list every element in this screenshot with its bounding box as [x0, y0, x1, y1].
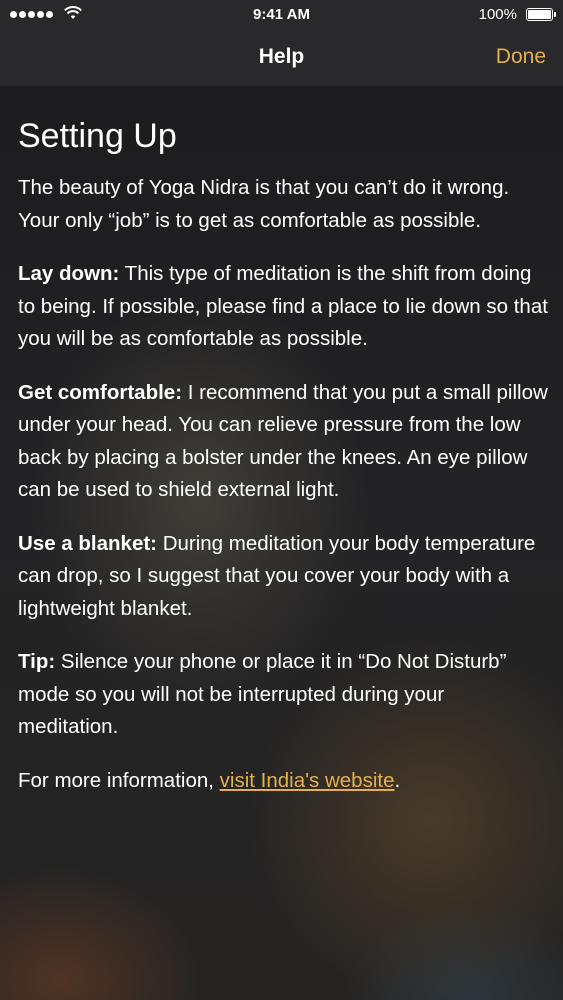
navigation-bar: Help Done	[0, 30, 563, 86]
status-bar: 9:41 AM 100%	[0, 0, 563, 30]
intro-paragraph: The beauty of Yoga Nidra is that you can…	[18, 176, 510, 232]
done-button[interactable]: Done	[496, 45, 546, 69]
section-label: Tip:	[18, 650, 56, 673]
section-use-a-blanket: Use a blanket: During meditation your bo…	[18, 528, 548, 626]
nav-title: Help	[258, 45, 305, 68]
section-tip: Tip: Silence your phone or place it in “…	[18, 646, 548, 744]
page-heading: Setting Up	[18, 117, 177, 155]
more-info-paragraph: For more information, visit India's webs…	[18, 765, 548, 798]
section-label: Lay down:	[18, 262, 120, 285]
section-label: Get comfortable:	[18, 380, 183, 404]
help-content: Setting Up The beauty of Yoga Nidra is t…	[18, 112, 548, 818]
section-get-comfortable: Get comfortable: I recommend that you pu…	[18, 377, 548, 507]
section-label: Use a blanket:	[18, 531, 157, 555]
more-info-suffix: .	[394, 768, 401, 792]
battery-icon	[526, 8, 556, 21]
battery-percentage: 100%	[478, 6, 517, 23]
website-link[interactable]: visit India's website	[220, 769, 395, 792]
section-lay-down: Lay down: This type of meditation is the…	[18, 258, 548, 356]
more-info-prefix: For more information,	[18, 768, 220, 792]
section-text: Silence your phone or place it in “Do No…	[18, 650, 507, 738]
